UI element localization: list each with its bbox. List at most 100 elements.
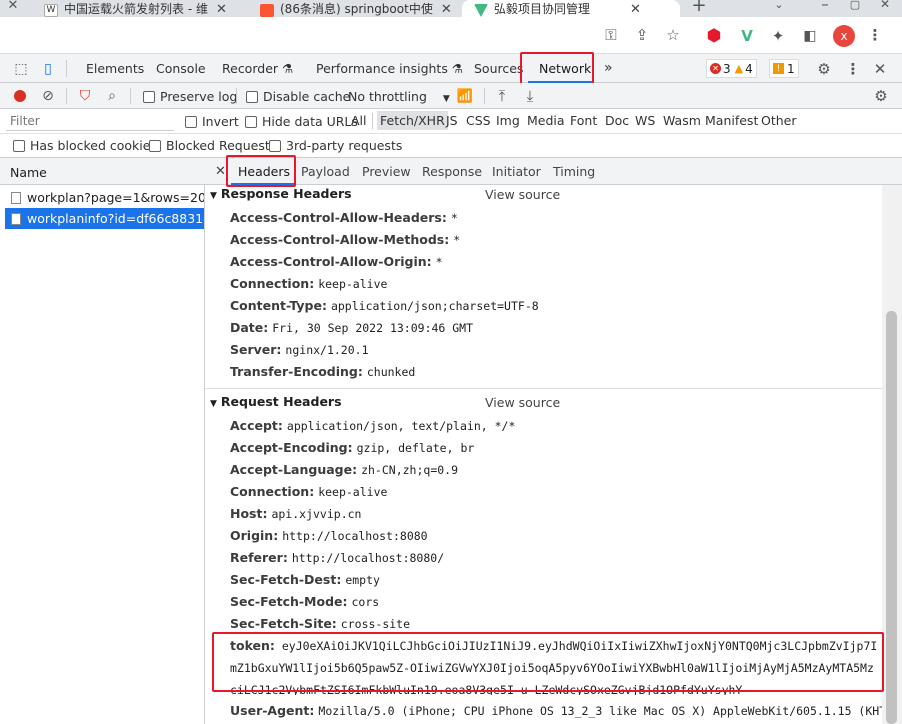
issue-icon: ! xyxy=(773,63,784,74)
profile-avatar[interactable]: x xyxy=(832,24,856,48)
filter-type-other[interactable]: Other xyxy=(761,113,797,128)
divider xyxy=(484,88,485,104)
errors-warnings-badge[interactable]: ✕ 3 ▲ 4 xyxy=(706,59,757,78)
tab-console[interactable]: Console xyxy=(156,54,206,83)
preserve-log-checkbox[interactable]: Preserve log xyxy=(143,89,237,104)
maximize-icon[interactable]: ▢ xyxy=(848,0,862,11)
vue-devtools-icon[interactable]: V xyxy=(737,26,757,46)
checkbox[interactable] xyxy=(13,140,25,152)
browser-tab-2[interactable]: (86条消息) springboot中使 ✕ xyxy=(252,0,452,17)
filter-input[interactable] xyxy=(6,112,174,131)
invert-checkbox[interactable]: Invert xyxy=(185,114,239,129)
third-party-requests-label: 3rd-party requests xyxy=(286,138,403,153)
tab-timing[interactable]: Timing xyxy=(553,158,595,185)
tab-response[interactable]: Response xyxy=(422,158,482,185)
record-button[interactable] xyxy=(12,88,28,104)
minimize-icon[interactable]: – xyxy=(818,0,832,13)
export-har-icon[interactable]: ⤓ xyxy=(522,87,538,105)
request-row-selected[interactable]: workplaninfo?id=df66c8831d... xyxy=(5,208,204,229)
issues-badge[interactable]: ! 1 xyxy=(769,59,799,78)
wikipedia-icon: W xyxy=(44,4,58,17)
hide-data-urls-checkbox[interactable]: Hide data URLs xyxy=(245,114,358,129)
header-row: Server: nginx/1.20.1 xyxy=(230,339,369,361)
chevron-down-icon[interactable]: ⌄ xyxy=(772,0,786,11)
close-tab-icon[interactable]: ✕ xyxy=(216,2,227,17)
checkbox[interactable] xyxy=(149,140,161,152)
request-row[interactable]: workplan?page=1&rows=20... xyxy=(5,187,204,208)
tab-sources[interactable]: Sources xyxy=(474,54,523,83)
tab-initiator[interactable]: Initiator xyxy=(492,158,541,185)
filter-type-fetch-xhr[interactable]: Fetch/XHR xyxy=(377,111,448,130)
filter-type-media[interactable]: Media xyxy=(527,113,565,128)
checkbox[interactable] xyxy=(245,116,257,128)
filter-type-img[interactable]: Img xyxy=(496,113,520,128)
close-detail-icon[interactable]: ✕ xyxy=(215,158,226,185)
close-devtools-icon[interactable]: ✕ xyxy=(871,60,889,78)
import-har-icon[interactable]: ⤒ xyxy=(494,87,510,105)
more-tabs-icon[interactable]: » xyxy=(604,54,613,83)
response-headers-section-toggle[interactable]: ▼ Response Headers xyxy=(205,185,352,205)
csdn-icon xyxy=(260,4,274,17)
browser-tab-1[interactable]: W 中国运载火箭发射列表 - 维 ✕ xyxy=(30,0,244,17)
header-key: Connection: xyxy=(230,484,315,499)
view-source-link[interactable]: View source xyxy=(485,187,560,202)
tab-performance-insights[interactable]: Performance insights ⚗ xyxy=(316,54,463,83)
extensions-puzzle-icon[interactable]: ✦ xyxy=(768,26,788,46)
header-value: Mozilla/5.0 (iPhone; CPU iPhone OS 13_2_… xyxy=(318,704,882,718)
vertical-scrollbar[interactable] xyxy=(882,185,902,724)
highlight-token-header xyxy=(212,632,884,692)
key-icon[interactable]: ⚿ xyxy=(602,26,620,44)
filter-type-manifest[interactable]: Manifest xyxy=(705,113,758,128)
header-key: Transfer-Encoding: xyxy=(230,364,363,379)
close-tab-icon[interactable]: ✕ xyxy=(630,2,641,17)
share-icon[interactable]: ⇪ xyxy=(633,26,651,44)
filter-type-ws[interactable]: WS xyxy=(635,113,655,128)
throttling-select[interactable]: No throttling ▼ xyxy=(348,89,450,104)
header-key: Server: xyxy=(230,342,282,357)
browser-tab-3[interactable]: 弘毅项目协同管理 ✕ xyxy=(462,0,680,17)
inspect-element-icon[interactable]: ⬚ xyxy=(12,60,30,78)
kebab-menu-icon[interactable]: ⋮ xyxy=(866,26,884,44)
network-conditions-icon[interactable]: 📶 xyxy=(456,88,474,104)
has-blocked-cookies-checkbox[interactable]: Has blocked cookies xyxy=(13,138,157,153)
tab-recorder[interactable]: Recorder ⚗ xyxy=(222,54,293,83)
disable-cache-checkbox[interactable]: Disable cache xyxy=(246,89,350,104)
tab-elements[interactable]: Elements xyxy=(86,54,144,83)
filter-type-wasm[interactable]: Wasm xyxy=(663,113,701,128)
filter-type-js[interactable]: JS xyxy=(446,113,458,128)
devtools-menu-icon[interactable]: ⋮ xyxy=(844,60,862,78)
new-tab-icon[interactable]: + xyxy=(690,0,708,16)
blocked-requests-checkbox[interactable]: Blocked Requests xyxy=(149,138,276,153)
filter-type-css[interactable]: CSS xyxy=(466,113,491,128)
network-settings-icon[interactable]: ⚙ xyxy=(872,87,890,105)
header-key: Accept-Language: xyxy=(230,462,358,477)
filter-icon[interactable]: ⛉ xyxy=(77,88,93,104)
name-column-header[interactable]: Name xyxy=(0,158,205,185)
close-window-icon[interactable]: ✕ xyxy=(878,0,892,11)
checkbox[interactable] xyxy=(246,91,258,103)
third-party-requests-checkbox[interactable]: 3rd-party requests xyxy=(269,138,402,153)
bookmark-star-icon[interactable]: ☆ xyxy=(664,26,682,44)
settings-gear-icon[interactable]: ⚙ xyxy=(815,60,833,78)
adblock-extension-icon[interactable]: ⬢ xyxy=(704,26,724,46)
view-source-link[interactable]: View source xyxy=(485,395,560,410)
close-icon[interactable]: ✕ xyxy=(6,0,20,13)
header-value: gzip, deflate, br xyxy=(356,441,475,455)
checkbox[interactable] xyxy=(269,140,281,152)
filter-type-font[interactable]: Font xyxy=(570,113,597,128)
checkbox[interactable] xyxy=(185,116,197,128)
clear-icon[interactable]: ⊘ xyxy=(40,88,56,104)
close-tab-icon[interactable]: ✕ xyxy=(441,2,452,17)
side-panel-icon[interactable]: ◧ xyxy=(800,26,820,46)
checkbox[interactable] xyxy=(143,91,155,103)
divider xyxy=(130,88,131,104)
section-divider xyxy=(205,388,882,389)
filter-type-all[interactable]: All xyxy=(351,113,367,128)
tab-payload[interactable]: Payload xyxy=(301,158,350,185)
tab-preview[interactable]: Preview xyxy=(362,158,411,185)
filter-type-doc[interactable]: Doc xyxy=(605,113,629,128)
device-toolbar-icon[interactable]: ▯ xyxy=(39,60,57,78)
request-headers-section-toggle[interactable]: ▼ Request Headers xyxy=(205,391,342,413)
scrollbar-thumb[interactable] xyxy=(886,311,897,724)
search-icon[interactable]: ⌕ xyxy=(104,88,120,104)
